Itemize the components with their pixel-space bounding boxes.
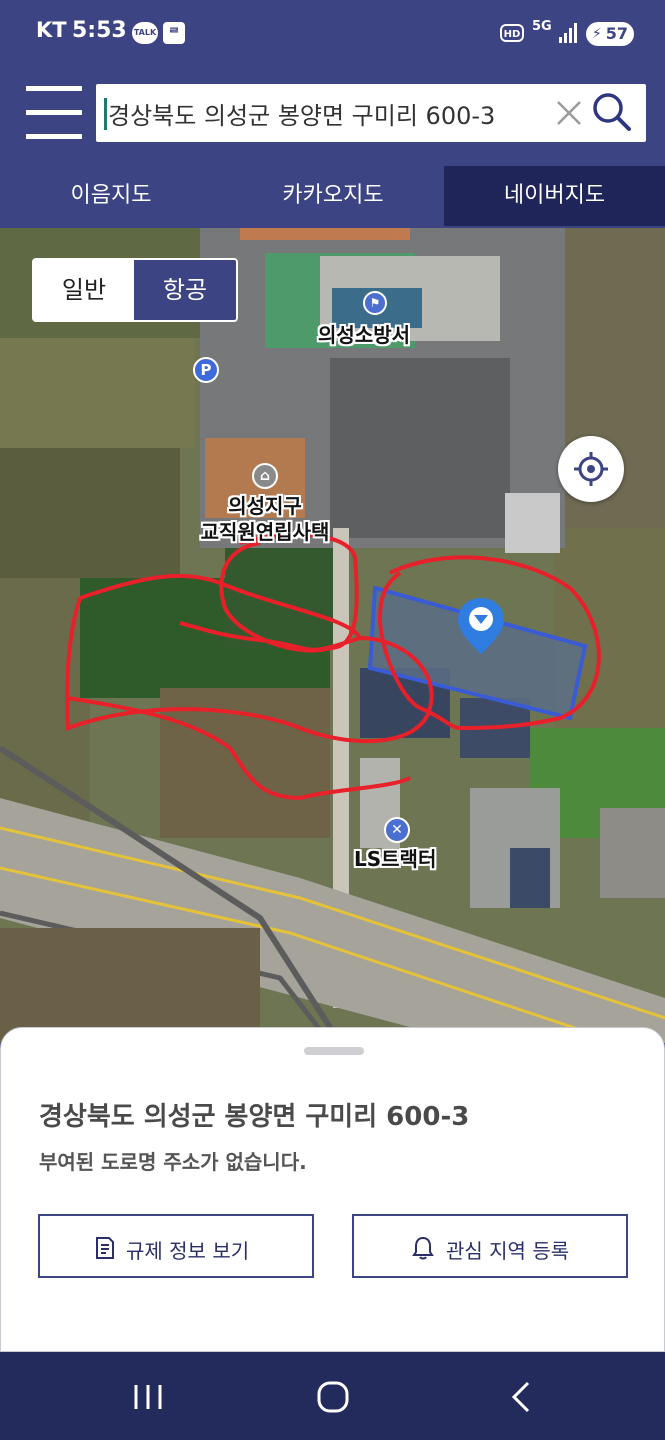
clock: 5:53 xyxy=(72,18,127,43)
app-notification-icon: ᄅ xyxy=(163,22,185,44)
housing-label-line1: 의성지구 xyxy=(228,494,302,518)
fire-station-icon: ⚑ xyxy=(363,291,387,315)
housing-label-line2: 교직원연립사택 xyxy=(200,520,330,544)
hd-voice-icon: HD xyxy=(500,24,524,42)
tool-shop-icon: ✕ xyxy=(384,817,410,843)
parcel-address: 경상북도 의성군 봉양면 구미리 600-3 xyxy=(39,1102,470,1132)
tab-eum-map[interactable]: 이음지도 xyxy=(0,166,222,226)
back-icon[interactable] xyxy=(508,1380,534,1414)
road-address-notice: 부여된 도로명 주소가 없습니다. xyxy=(39,1150,307,1174)
map-provider-tabs: 이음지도 카카오지도 네이버지도 xyxy=(0,166,665,228)
tab-naver-map[interactable]: 네이버지도 xyxy=(444,166,665,226)
search-input[interactable] xyxy=(108,92,548,134)
status-bar: KT 5:53 TALK ᄅ HD 5G ⚡ 57 xyxy=(0,0,665,64)
tab-kakao-map[interactable]: 카카오지도 xyxy=(222,166,444,226)
parking-icon: P xyxy=(193,357,219,383)
search-bar xyxy=(96,84,646,142)
text-cursor xyxy=(104,98,107,130)
map-type-toggle: 일반 항공 xyxy=(32,258,238,322)
network-type-icon: 5G xyxy=(532,19,552,34)
carrier-label: KT xyxy=(36,18,67,42)
aerial-map[interactable]: 일반 항공 P ⚑ 의성소방서 ⌂ 의성지구 교직원연립사택 ✕ LS트랙터 xyxy=(0,228,665,1043)
crosshair-icon xyxy=(574,452,608,486)
battery-icon: ⚡ 57 xyxy=(586,22,634,46)
clear-icon[interactable] xyxy=(554,98,584,128)
system-nav-bar xyxy=(0,1352,665,1440)
search-icon[interactable] xyxy=(590,90,634,134)
recent-apps-icon[interactable] xyxy=(130,1382,166,1412)
interest-area-label: 관심 지역 등록 xyxy=(446,1239,570,1263)
kakaotalk-icon: TALK xyxy=(132,22,158,44)
regulation-info-button[interactable]: 규제 정보 보기 xyxy=(38,1214,314,1278)
document-icon xyxy=(96,1237,114,1259)
fire-station-label: 의성소방서 xyxy=(318,323,410,347)
interest-area-button[interactable]: 관심 지역 등록 xyxy=(352,1214,628,1278)
house-icon: ⌂ xyxy=(252,463,278,489)
sheet-drag-handle[interactable] xyxy=(304,1047,364,1055)
my-location-button[interactable] xyxy=(558,436,624,502)
home-icon[interactable] xyxy=(316,1380,350,1414)
map-type-aerial[interactable]: 항공 xyxy=(134,260,236,320)
menu-button[interactable] xyxy=(26,84,82,142)
aerial-imagery xyxy=(0,228,665,1043)
tractor-shop-label: LS트랙터 xyxy=(354,847,437,871)
battery-level: 57 xyxy=(605,24,628,43)
map-type-normal[interactable]: 일반 xyxy=(34,260,134,320)
app-header xyxy=(0,64,665,166)
signal-icon xyxy=(559,23,577,43)
address-bottom-sheet: 경상북도 의성군 봉양면 구미리 600-3 부여된 도로명 주소가 없습니다.… xyxy=(0,1027,665,1352)
regulation-info-label: 규제 정보 보기 xyxy=(126,1239,250,1263)
bell-icon xyxy=(412,1236,434,1260)
